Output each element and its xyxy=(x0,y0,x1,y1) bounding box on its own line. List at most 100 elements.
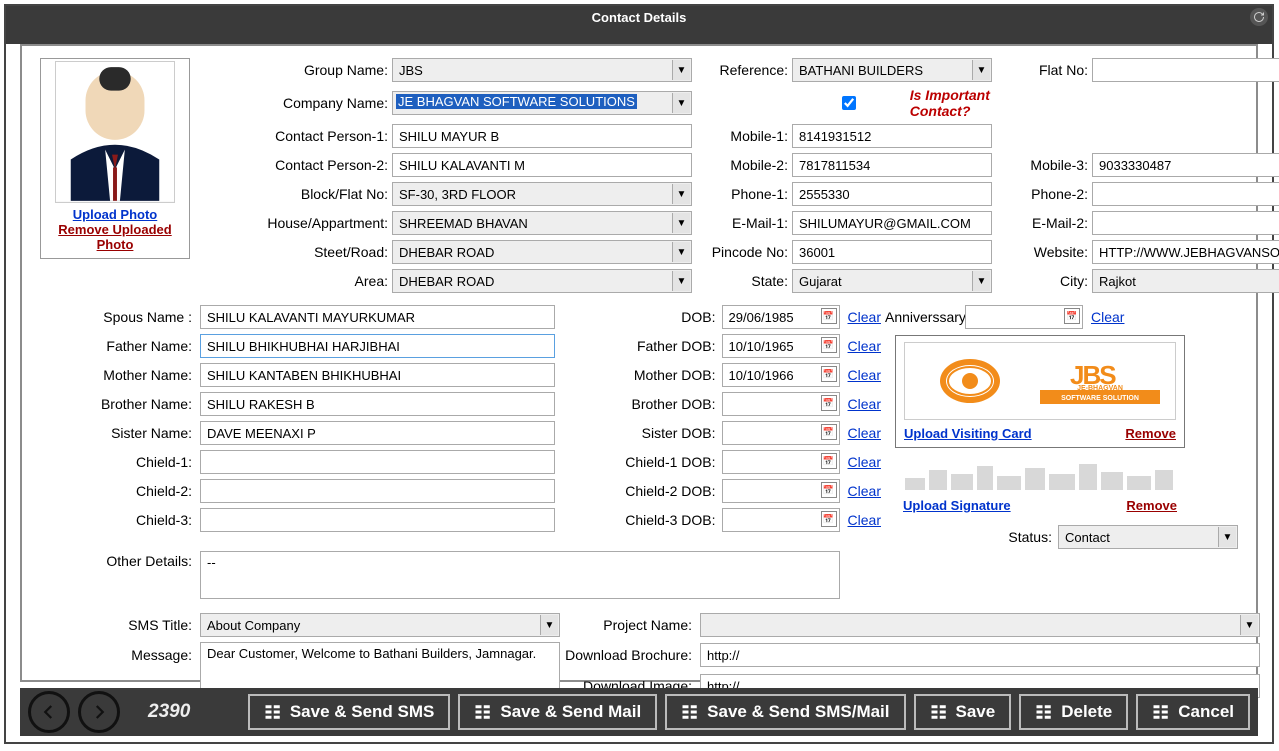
reference-select[interactable]: ▼ xyxy=(792,58,992,82)
label-brother: Brother Name: xyxy=(40,396,200,412)
label-status: Status: xyxy=(1008,529,1052,545)
photo-panel: Upload Photo Remove Uploaded Photo xyxy=(40,58,200,293)
label-mother-dob: Mother DOB: xyxy=(634,367,722,383)
remove-photo-link[interactable]: Remove Uploaded Photo xyxy=(43,222,187,252)
save-button[interactable]: Save xyxy=(914,694,1012,730)
house-select[interactable]: ▼ xyxy=(392,211,692,235)
next-record-button[interactable] xyxy=(78,691,120,733)
calendar-icon[interactable]: 📅 xyxy=(821,337,837,353)
refresh-icon[interactable] xyxy=(1250,8,1268,26)
label-sms-title: SMS Title: xyxy=(40,617,200,633)
sister-input[interactable] xyxy=(200,421,555,445)
save-send-sms-button[interactable]: Save & Send SMS xyxy=(248,694,451,730)
label-father: Father Name: xyxy=(40,338,200,354)
calendar-icon[interactable]: 📅 xyxy=(821,395,837,411)
chevron-down-icon: ▼ xyxy=(540,615,558,635)
label-email2: E-Mail-2: xyxy=(992,215,1092,231)
label-phone1: Phone-1: xyxy=(692,186,792,202)
brochure-input[interactable] xyxy=(700,643,1260,667)
father-input[interactable] xyxy=(200,334,555,358)
contact2-input[interactable] xyxy=(392,153,692,177)
state-select[interactable]: ▼ xyxy=(792,269,992,293)
father-dob-clear[interactable]: Clear xyxy=(848,338,881,354)
email2-input[interactable] xyxy=(1092,211,1279,235)
message-input[interactable]: Dear Customer, Welcome to Bathani Builde… xyxy=(200,642,560,694)
child3-input[interactable] xyxy=(200,508,555,532)
calendar-icon[interactable]: 📅 xyxy=(821,511,837,527)
calendar-icon[interactable]: 📅 xyxy=(1064,308,1080,324)
remove-visiting-card-link[interactable]: Remove xyxy=(1125,426,1176,441)
calendar-icon[interactable]: 📅 xyxy=(821,366,837,382)
street-select[interactable]: ▼ xyxy=(392,240,692,264)
email1-input[interactable] xyxy=(792,211,992,235)
area-select[interactable]: ▼ xyxy=(392,269,692,293)
brother-input[interactable] xyxy=(200,392,555,416)
pincode-input[interactable] xyxy=(792,240,992,264)
website-input[interactable] xyxy=(1092,240,1279,264)
calendar-icon[interactable]: 📅 xyxy=(821,482,837,498)
flat-no-input[interactable] xyxy=(1092,58,1279,82)
chevron-down-icon: ▼ xyxy=(672,213,690,233)
upload-visiting-card-link[interactable]: Upload Visiting Card xyxy=(904,426,1032,441)
group-name-select[interactable]: ▼ xyxy=(392,58,692,82)
delete-button[interactable]: Delete xyxy=(1019,694,1128,730)
save-send-sms-mail-button[interactable]: Save & Send SMS/Mail xyxy=(665,694,905,730)
calendar-icon[interactable]: 📅 xyxy=(821,453,837,469)
chevron-down-icon: ▼ xyxy=(672,93,690,113)
remove-signature-link[interactable]: Remove xyxy=(1126,498,1177,513)
mother-input[interactable] xyxy=(200,363,555,387)
contact1-input[interactable] xyxy=(392,124,692,148)
city-select[interactable]: ▼ xyxy=(1092,269,1279,293)
label-child3: Chield-3: xyxy=(40,512,200,528)
label-mobile2: Mobile-2: xyxy=(692,157,792,173)
child3-dob-clear[interactable]: Clear xyxy=(848,512,881,528)
sms-title-select[interactable]: ▼ xyxy=(200,613,560,637)
chevron-down-icon: ▼ xyxy=(672,242,690,262)
upload-photo-link[interactable]: Upload Photo xyxy=(43,207,187,222)
mobile1-input[interactable] xyxy=(792,124,992,148)
other-details-input[interactable]: -- xyxy=(200,551,840,599)
company-name-select[interactable]: ▼ JE BHAGVAN SOFTWARE SOLUTIONS xyxy=(392,91,692,115)
calendar-icon[interactable]: 📅 xyxy=(821,308,837,324)
label-group-name: Group Name: xyxy=(210,62,392,78)
mobile3-input[interactable] xyxy=(1092,153,1279,177)
anniversary-clear[interactable]: Clear xyxy=(1091,309,1124,325)
status-select[interactable]: ▼ xyxy=(1058,525,1238,549)
child1-input[interactable] xyxy=(200,450,555,474)
label-child2-dob: Chield-2 DOB: xyxy=(625,483,721,499)
label-street: Steet/Road: xyxy=(210,244,392,260)
save-send-mail-button[interactable]: Save & Send Mail xyxy=(458,694,657,730)
visiting-card-panel: JBSSOFTWARE SOLUTIONJE-BHAGVAN Upload Vi… xyxy=(895,335,1185,448)
cancel-button[interactable]: Cancel xyxy=(1136,694,1250,730)
project-select[interactable]: ▼ xyxy=(700,613,1260,637)
child2-dob-clear[interactable]: Clear xyxy=(848,483,881,499)
phone2-input[interactable] xyxy=(1092,182,1279,206)
svg-text:SOFTWARE SOLUTION: SOFTWARE SOLUTION xyxy=(1061,395,1139,402)
chevron-down-icon: ▼ xyxy=(672,60,690,80)
signature-image xyxy=(903,458,1177,492)
mobile2-input[interactable] xyxy=(792,153,992,177)
label-message: Message: xyxy=(40,647,200,663)
label-dob: DOB: xyxy=(681,309,721,325)
brother-dob-clear[interactable]: Clear xyxy=(848,396,881,412)
label-city: City: xyxy=(992,273,1092,289)
label-sister-dob: Sister DOB: xyxy=(642,425,722,441)
label-contact2: Contact Person-2: xyxy=(210,157,392,173)
sister-dob-clear[interactable]: Clear xyxy=(848,425,881,441)
calendar-icon[interactable]: 📅 xyxy=(821,424,837,440)
important-contact-checkbox[interactable]: Is Important Contact? xyxy=(792,87,992,119)
label-email1: E-Mail-1: xyxy=(692,215,792,231)
child1-dob-clear[interactable]: Clear xyxy=(848,454,881,470)
mother-dob-clear[interactable]: Clear xyxy=(848,367,881,383)
dob-clear[interactable]: Clear xyxy=(848,309,881,325)
upload-signature-link[interactable]: Upload Signature xyxy=(903,498,1011,513)
prev-record-button[interactable] xyxy=(28,691,70,733)
block-select[interactable]: ▼ xyxy=(392,182,692,206)
child2-input[interactable] xyxy=(200,479,555,503)
chevron-down-icon: ▼ xyxy=(972,271,990,291)
label-company: Company Name: xyxy=(210,95,392,111)
label-sister: Sister Name: xyxy=(40,425,200,441)
svg-text:JE-BHAGVAN: JE-BHAGVAN xyxy=(1077,385,1123,392)
phone1-input[interactable] xyxy=(792,182,992,206)
spouse-input[interactable] xyxy=(200,305,555,329)
